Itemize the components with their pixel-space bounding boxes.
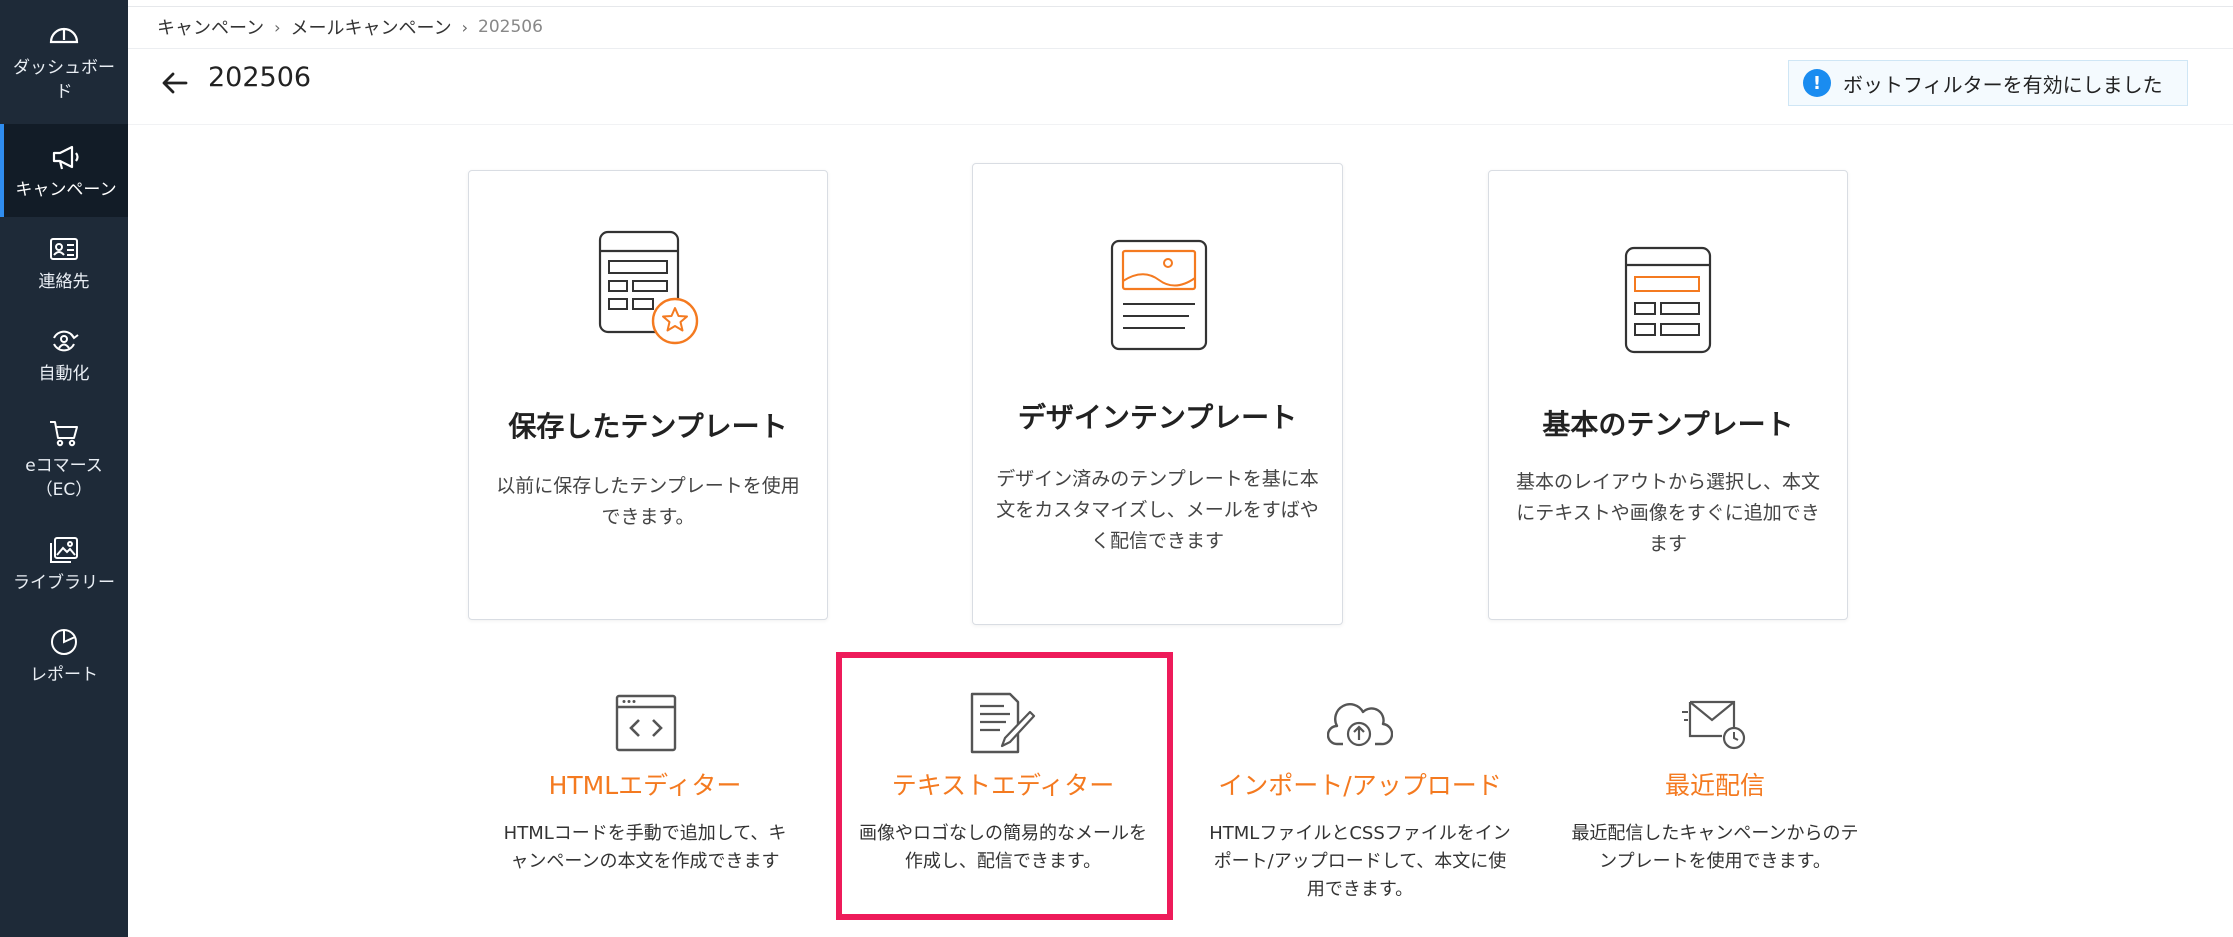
envelope-clock-icon — [1682, 700, 1746, 750]
option-title: 最近配信 — [1664, 771, 1765, 800]
sidebar-item-contacts[interactable]: 連絡先 — [0, 232, 128, 294]
breadcrumb-current: 202506 — [478, 17, 543, 37]
info-icon: ! — [1803, 69, 1831, 97]
notice-text: ボットフィルターを有効にしました — [1843, 72, 2163, 97]
saved-templates-card[interactable]: 保存したテンプレート 以前に保存したテンプレートを使用できます。 — [468, 170, 828, 620]
option-title: インポート/アップロード — [1218, 771, 1502, 800]
option-description: HTMLファイルとCSSファイルをインポート/アップロードして、本文に使用できま… — [1209, 823, 1511, 900]
breadcrumb-separator: › — [461, 17, 469, 37]
option-title: テキストエディター — [891, 771, 1115, 800]
html-editor-option[interactable]: HTMLエディター HTMLコードを手動で追加して、キャンペーンの本文を作成でき… — [490, 688, 800, 888]
sidebar-item-label: ライブラリー — [13, 573, 115, 593]
gauge-icon — [49, 27, 79, 44]
sidebar-item-campaigns[interactable]: キャンペーン — [0, 124, 128, 217]
automation-icon — [53, 330, 79, 352]
breadcrumb-email-campaigns[interactable]: メールキャンペーン — [291, 14, 452, 40]
header-divider — [128, 48, 2233, 49]
sidebar-item-library[interactable]: ライブラリー — [0, 533, 128, 595]
sidebar-item-label: ダッシュボード — [13, 58, 115, 102]
card-description: デザイン済みのテンプレートを基に本文をカスタマイズし、メールをすばやく配信できま… — [996, 468, 1319, 552]
sidebar-item-dashboard[interactable]: ダッシュボード — [0, 18, 128, 104]
text-edit-icon — [970, 692, 1036, 754]
sidebar-item-label: 連絡先 — [38, 272, 90, 292]
card-title: デザインテンプレート — [1017, 401, 1298, 434]
import-upload-option[interactable]: インポート/アップロード HTMLファイルとCSSファイルをインポート/アップロ… — [1205, 688, 1515, 908]
basic-templates-card[interactable]: 基本のテンプレート 基本のレイアウトから選択し、本文にテキストや画像をすぐに追加… — [1488, 170, 1848, 620]
option-description: 画像やロゴなしの簡易的なメールを作成し、配信できます。 — [859, 823, 1147, 872]
basic-template-icon — [1624, 246, 1712, 354]
sidebar-item-label: レポート — [30, 665, 98, 685]
card-title: 基本のテンプレート — [1542, 408, 1794, 441]
image-library-icon — [50, 537, 78, 563]
card-title: 保存したテンプレート — [508, 410, 788, 443]
breadcrumb: キャンペーン › メールキャンペーン › 202506 — [157, 14, 543, 40]
arrow-left-icon — [162, 72, 188, 94]
card-description: 以前に保存したテンプレートを使用できます。 — [496, 475, 800, 528]
top-divider — [128, 6, 2233, 7]
text-editor-option[interactable]: テキストエディター 画像やロゴなしの簡易的なメールを作成し、配信できます。 — [848, 688, 1158, 888]
pie-chart-icon — [51, 629, 77, 655]
page-title: 202506 — [208, 62, 312, 93]
sidebar-item-ecommerce[interactable]: eコマース（EC） — [0, 416, 128, 502]
sidebar-item-label: キャンペーン — [15, 180, 117, 200]
cloud-upload-icon — [1327, 703, 1393, 747]
bot-filter-notice: ! ボットフィルターを有効にしました — [1788, 60, 2188, 106]
sidebar-item-reports[interactable]: レポート — [0, 625, 128, 687]
option-description: HTMLコードを手動で追加して、キャンペーンの本文を作成できます — [503, 823, 787, 872]
sidebar-item-automation[interactable]: 自動化 — [0, 324, 128, 386]
breadcrumb-separator: › — [274, 17, 281, 37]
sidebar-item-label: 自動化 — [38, 364, 90, 384]
contact-card-icon — [50, 238, 78, 260]
design-templates-card[interactable]: デザインテンプレート デザイン済みのテンプレートを基に本文をカスタマイズし、メー… — [972, 163, 1343, 625]
megaphone-icon — [52, 145, 79, 170]
cart-icon — [50, 421, 78, 447]
code-window-icon — [615, 694, 677, 752]
design-template-icon — [1110, 239, 1208, 351]
sidebar-item-label: eコマース（EC） — [25, 456, 103, 500]
card-description: 基本のレイアウトから選択し、本文にテキストや画像をすぐに追加できます — [1515, 471, 1820, 555]
sidebar: ダッシュボード キャンペーン 連絡先 自動化 eコマース（EC） ライブラリー … — [0, 0, 128, 937]
content-divider — [128, 124, 2233, 125]
saved-template-icon — [598, 230, 699, 345]
option-description: 最近配信したキャンペーンからのテンプレートを使用できます。 — [1571, 823, 1859, 872]
recently-sent-option[interactable]: 最近配信 最近配信したキャンペーンからのテンプレートを使用できます。 — [1560, 688, 1870, 888]
back-button[interactable] — [160, 68, 190, 98]
option-title: HTMLエディター — [548, 771, 742, 800]
breadcrumb-campaigns[interactable]: キャンペーン — [157, 14, 264, 40]
